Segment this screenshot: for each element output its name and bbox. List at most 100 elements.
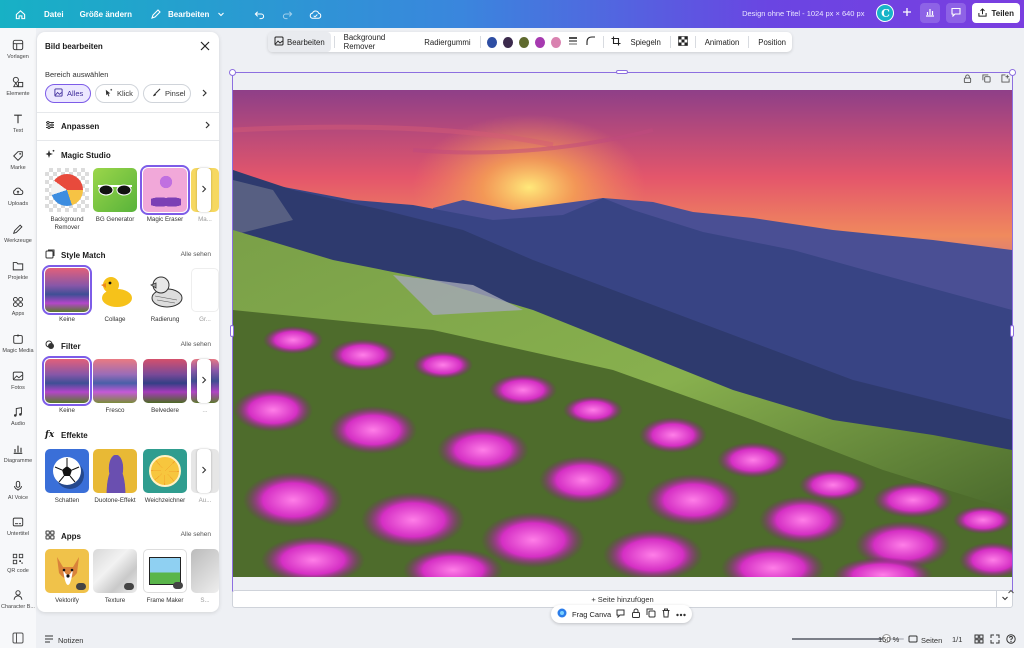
filter-scroll-button[interactable] (197, 359, 211, 403)
effects-scroll-button[interactable] (197, 449, 211, 493)
add-page-icon[interactable] (1001, 74, 1010, 85)
color-swatch-4[interactable] (534, 36, 545, 48)
notes-button[interactable]: Notizen (44, 634, 83, 646)
lock-icon[interactable] (963, 74, 972, 85)
filter-none-tile[interactable] (42, 356, 92, 406)
resize-menu[interactable]: Größe ändern (72, 0, 140, 28)
background-remover-tile[interactable] (45, 168, 89, 212)
rail-item-projekte[interactable]: Projekte (0, 259, 36, 281)
rail-item-apps[interactable]: Apps (0, 295, 36, 317)
resize-handle-right[interactable] (1010, 325, 1014, 337)
style-collage-tile[interactable] (93, 268, 137, 312)
transparency-button[interactable] (674, 32, 692, 52)
animation-button[interactable]: Animation (699, 32, 746, 52)
rail-item-uploads[interactable]: Uploads (0, 185, 36, 207)
resize-handle-left[interactable] (230, 325, 234, 337)
rail-item-character-b[interactable]: Character B... (0, 588, 36, 610)
magic-eraser-tile[interactable] (140, 165, 190, 215)
app-vektorify-tile[interactable] (45, 549, 89, 593)
help-button[interactable] (1006, 634, 1016, 646)
color-swatch-2[interactable] (502, 36, 513, 48)
app-badge-icon (76, 583, 86, 590)
color-swatch-5[interactable] (550, 36, 561, 48)
bg-generator-tile[interactable] (93, 168, 137, 212)
scroll-up-button[interactable] (1007, 588, 1015, 598)
edit-image-button[interactable]: Bearbeiten (268, 32, 331, 52)
ask-canva-button[interactable]: Frag Canva (572, 610, 611, 619)
filter-see-all[interactable]: Alle sehen (181, 341, 211, 348)
share-button[interactable]: Teilen (972, 3, 1020, 23)
rail-item-magic-media[interactable]: Magic Media (0, 332, 36, 354)
style-etching-tile[interactable] (143, 268, 187, 312)
zoom-value[interactable]: 150 % (878, 635, 899, 644)
rail-item-diagramme[interactable]: Diagramme (0, 442, 36, 464)
resize-handle-top-left[interactable] (229, 69, 236, 76)
resize-handle-top-right[interactable] (1009, 69, 1016, 76)
rail-item-werkzeuge[interactable]: Werkzeuge (0, 222, 36, 244)
add-collaborator-button[interactable] (900, 6, 914, 20)
close-panel-button[interactable] (199, 40, 211, 52)
rail-item-text[interactable]: Text (0, 112, 36, 134)
corner-radius-button[interactable] (582, 32, 600, 52)
trash-icon[interactable] (661, 608, 671, 620)
comments-button[interactable] (946, 3, 967, 23)
chip-click[interactable]: Klick (95, 84, 139, 103)
avatar[interactable]: C (876, 4, 895, 22)
rail-item-vorlagen[interactable]: Vorlagen (0, 38, 36, 60)
app-vektorify-label: Vektorify (55, 597, 79, 604)
apps-see-all[interactable]: Alle sehen (181, 531, 211, 538)
resize-handle-top[interactable] (616, 70, 628, 74)
character-icon (11, 588, 25, 602)
style-match-see-all[interactable]: Alle sehen (181, 251, 211, 258)
pages-button[interactable]: Seiten (908, 634, 942, 646)
app-texture-tile[interactable] (93, 549, 137, 593)
color-swatch-1[interactable] (486, 36, 497, 48)
redo-button[interactable] (275, 0, 299, 28)
effect-duotone-tile[interactable] (93, 449, 137, 493)
chip-all[interactable]: Alles (45, 84, 91, 103)
color-swatch-3[interactable] (518, 36, 529, 48)
home-button[interactable] (0, 0, 36, 28)
landscape-photo[interactable] (233, 90, 1012, 577)
eraser-button[interactable]: Radiergummi (418, 32, 476, 52)
style-etching-label: Radierung (150, 316, 180, 323)
document-title[interactable]: Design ohne Titel - 1024 px × 640 px (742, 9, 864, 18)
duplicate-icon[interactable] (646, 608, 656, 620)
style-partial-tile[interactable] (191, 268, 219, 312)
insights-button[interactable] (920, 3, 941, 23)
crop-button[interactable] (607, 32, 625, 52)
more-options-icon[interactable] (676, 610, 686, 619)
file-menu[interactable]: Datei (36, 0, 72, 28)
style-none-tile[interactable] (42, 265, 92, 315)
undo-button[interactable] (243, 0, 275, 28)
bg-remover-button[interactable]: Background Remover (338, 32, 419, 52)
adjust-row[interactable]: Anpassen (45, 120, 211, 132)
chip-brush[interactable]: Pinsel (143, 84, 191, 103)
rail-item-untertitel[interactable]: Untertitel (0, 515, 36, 537)
magic-studio-scroll-button[interactable] (197, 168, 211, 212)
rail-item-marke[interactable]: Marke (0, 149, 36, 171)
grid-view-button[interactable] (974, 634, 984, 646)
cloud-save-button[interactable] (299, 0, 331, 28)
effect-blur-tile[interactable] (143, 449, 187, 493)
filter-fresco-tile[interactable] (93, 359, 137, 403)
rail-item-audio[interactable]: Audio (0, 405, 36, 427)
border-style-button[interactable] (564, 32, 582, 52)
effect-shadow-tile[interactable] (45, 449, 89, 493)
fullscreen-button[interactable] (990, 634, 1000, 646)
chips-scroll-right-button[interactable] (197, 87, 211, 101)
comment-plus-icon[interactable] (616, 608, 626, 620)
duplicate-page-icon[interactable] (982, 74, 991, 85)
sidebar-toggle-button[interactable] (12, 632, 24, 646)
lock-icon[interactable] (631, 608, 641, 620)
edit-mode-menu[interactable]: Bearbeiten (140, 0, 237, 28)
rail-item-elemente[interactable]: Elemente (0, 75, 36, 97)
filter-belvedere-tile[interactable] (143, 359, 187, 403)
app-frame-maker-tile[interactable] (143, 549, 187, 593)
position-button[interactable]: Position (752, 32, 792, 52)
rail-item-ai-voice[interactable]: AI Voice (0, 479, 36, 501)
flip-button[interactable]: Spiegeln (625, 32, 667, 52)
rail-item-fotos[interactable]: Fotos (0, 369, 36, 391)
rail-item-qr-code[interactable]: QR code (0, 552, 36, 574)
app-partial-tile[interactable] (191, 549, 219, 593)
